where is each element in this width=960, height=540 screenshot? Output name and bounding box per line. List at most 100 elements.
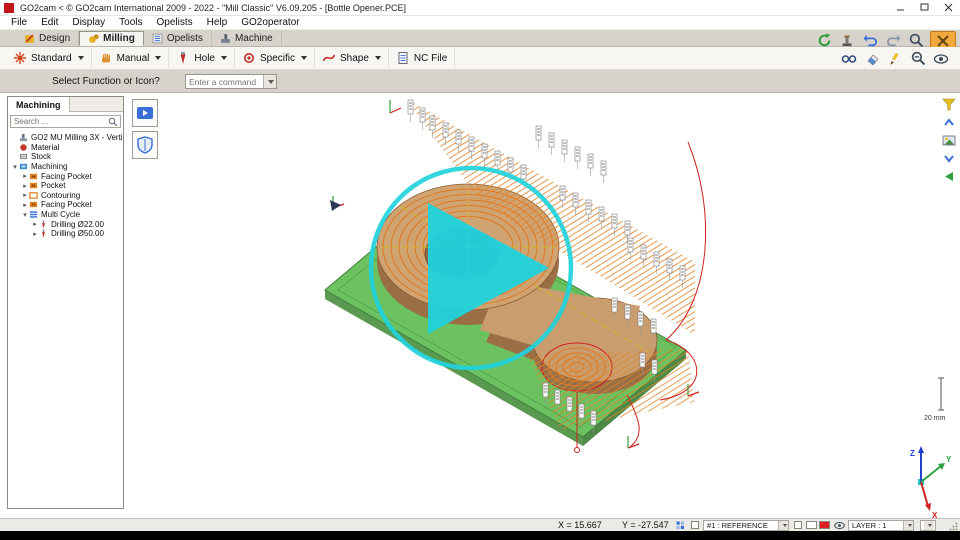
nc-file-button[interactable]: NC File: [389, 48, 455, 68]
layer-eye-icon[interactable]: [834, 521, 845, 530]
command-combo[interactable]: [185, 74, 277, 89]
expander-icon[interactable]: ▸: [21, 191, 29, 199]
menu-tools[interactable]: Tools: [112, 17, 149, 28]
resize-grip-icon[interactable]: [949, 522, 958, 531]
viewport-3d-scene[interactable]: 20 mm Z Y X: [0, 93, 960, 540]
tree-item-multi-cycle[interactable]: ▾ Multi Cycle: [8, 210, 123, 220]
expander-icon[interactable]: ▾: [11, 163, 19, 171]
menu-opelists[interactable]: Opelists: [150, 17, 200, 28]
axis-z-label: Z: [910, 449, 915, 458]
hole-icon: [176, 51, 190, 65]
chevron-down-icon[interactable]: [941, 151, 956, 166]
grid-icon[interactable]: [676, 521, 685, 530]
tab-machine[interactable]: Machine: [212, 31, 282, 46]
shape-button[interactable]: Shape: [315, 48, 389, 68]
expander-icon[interactable]: ▸: [31, 230, 39, 238]
layer-select[interactable]: LAYER : 1: [848, 520, 914, 531]
tool-label: NC File: [414, 53, 447, 64]
tab-milling[interactable]: Milling: [79, 31, 144, 46]
dropdown-arrow-icon: [301, 56, 307, 60]
visibility-eye-icon[interactable]: [932, 50, 950, 67]
simulation-icon: [135, 103, 155, 123]
combo-dropdown-icon[interactable]: [263, 75, 276, 88]
machine-icon: [220, 33, 231, 44]
menu-file[interactable]: File: [4, 17, 34, 28]
scale-label: 20 mm: [924, 415, 946, 422]
minimize-button[interactable]: [888, 0, 912, 15]
shape-icon: [322, 51, 336, 65]
milling-icon: [88, 33, 99, 44]
secondary-color-swatch[interactable]: [806, 521, 817, 529]
tab-design[interactable]: Design: [16, 31, 79, 46]
command-input[interactable]: [186, 77, 262, 87]
tree-item-label: Facing Pocket: [41, 172, 92, 181]
chevron-up-icon[interactable]: [941, 115, 956, 130]
drill-icon: [39, 229, 48, 238]
snapshot-icon[interactable]: [941, 133, 956, 148]
tab-opelists[interactable]: Opelists: [144, 31, 212, 46]
close-button[interactable]: [936, 0, 960, 15]
manual-icon: [99, 51, 113, 65]
simulation-button[interactable]: [132, 99, 158, 127]
3d-glasses-icon[interactable]: [840, 50, 858, 67]
tree-item-facing-pocket-2[interactable]: ▸ Facing Pocket: [8, 200, 123, 210]
menu-display[interactable]: Display: [65, 17, 112, 28]
filter-icon[interactable]: [941, 97, 956, 112]
menu-help[interactable]: Help: [200, 17, 235, 28]
search-input[interactable]: [11, 117, 108, 126]
menu-edit[interactable]: Edit: [34, 17, 65, 28]
pocket-icon: [29, 200, 38, 209]
tree-item-material[interactable]: Material: [8, 143, 123, 153]
material-icon: [19, 143, 28, 152]
scale-indicator: 20 mm: [924, 378, 946, 422]
tree-item-drilling-50[interactable]: ▸ Drilling Ø50.00: [8, 229, 123, 239]
reference-checkbox[interactable]: [691, 521, 699, 529]
tree-item-label: Pocket: [41, 181, 65, 190]
cursor-y-coordinate: Y = -27.547: [622, 520, 669, 530]
tool-label: Hole: [194, 53, 215, 64]
combo-dropdown-icon[interactable]: [924, 521, 934, 530]
eraser-icon[interactable]: [863, 50, 881, 67]
tree-item-pocket[interactable]: ▸ Pocket: [8, 181, 123, 191]
tree-item-drilling-22[interactable]: ▸ Drilling Ø22.00: [8, 219, 123, 229]
dropdown-arrow-icon: [375, 56, 381, 60]
expander-icon[interactable]: ▾: [21, 211, 29, 219]
dropdown-arrow-icon: [155, 56, 161, 60]
expander-icon[interactable]: ▸: [21, 182, 29, 190]
menu-go2operator[interactable]: GO2operator: [234, 17, 306, 28]
app-logo-icon: [4, 3, 14, 13]
panel-tab-machining[interactable]: Machining: [8, 97, 70, 112]
expander-icon[interactable]: ▸: [21, 201, 29, 209]
verification-button[interactable]: [132, 131, 158, 159]
combo-dropdown-icon[interactable]: [903, 521, 913, 530]
expander-icon[interactable]: ▸: [31, 220, 39, 228]
tree-search[interactable]: [10, 115, 121, 128]
axis-y-label: Y: [946, 455, 952, 464]
maximize-button[interactable]: [912, 0, 936, 15]
combo-dropdown-icon[interactable]: [778, 521, 788, 530]
back-arrow-icon[interactable]: [941, 169, 956, 184]
tab-label: Milling: [103, 33, 135, 44]
standard-button[interactable]: Standard: [6, 48, 92, 68]
tree-item-label: Drilling Ø50.00: [51, 229, 104, 238]
reference-select[interactable]: #1 : REFERENCE: [703, 520, 789, 531]
command-bar: Select Function or Icon?: [0, 70, 960, 93]
tree-item-machining[interactable]: ▾ Machining: [8, 162, 123, 172]
layer-value: LAYER : 1: [852, 521, 886, 530]
manual-button[interactable]: Manual: [92, 48, 170, 68]
tree-item-label: Machining: [31, 162, 67, 171]
machining-panel: Machining GO2 MU Milling 3X - Vertical M…: [7, 96, 124, 509]
current-color-swatch[interactable]: [819, 521, 830, 529]
zoom-window-icon[interactable]: [909, 50, 927, 67]
color-checkbox[interactable]: [794, 521, 802, 529]
expander-icon[interactable]: ▸: [21, 172, 29, 180]
tree-item-facing-pocket-1[interactable]: ▸ Facing Pocket: [8, 171, 123, 181]
status-extra-dropdown[interactable]: [920, 520, 936, 531]
tree-item-machine[interactable]: GO2 MU Milling 3X - Vertical: [8, 133, 123, 143]
tree-item-stock[interactable]: Stock: [8, 152, 123, 162]
specific-button[interactable]: Specific: [235, 48, 315, 68]
panel-tab-strip: Machining: [8, 97, 123, 112]
hole-button[interactable]: Hole: [169, 48, 235, 68]
tree-item-contouring[interactable]: ▸ Contouring: [8, 191, 123, 201]
brush-icon[interactable]: [886, 50, 904, 67]
